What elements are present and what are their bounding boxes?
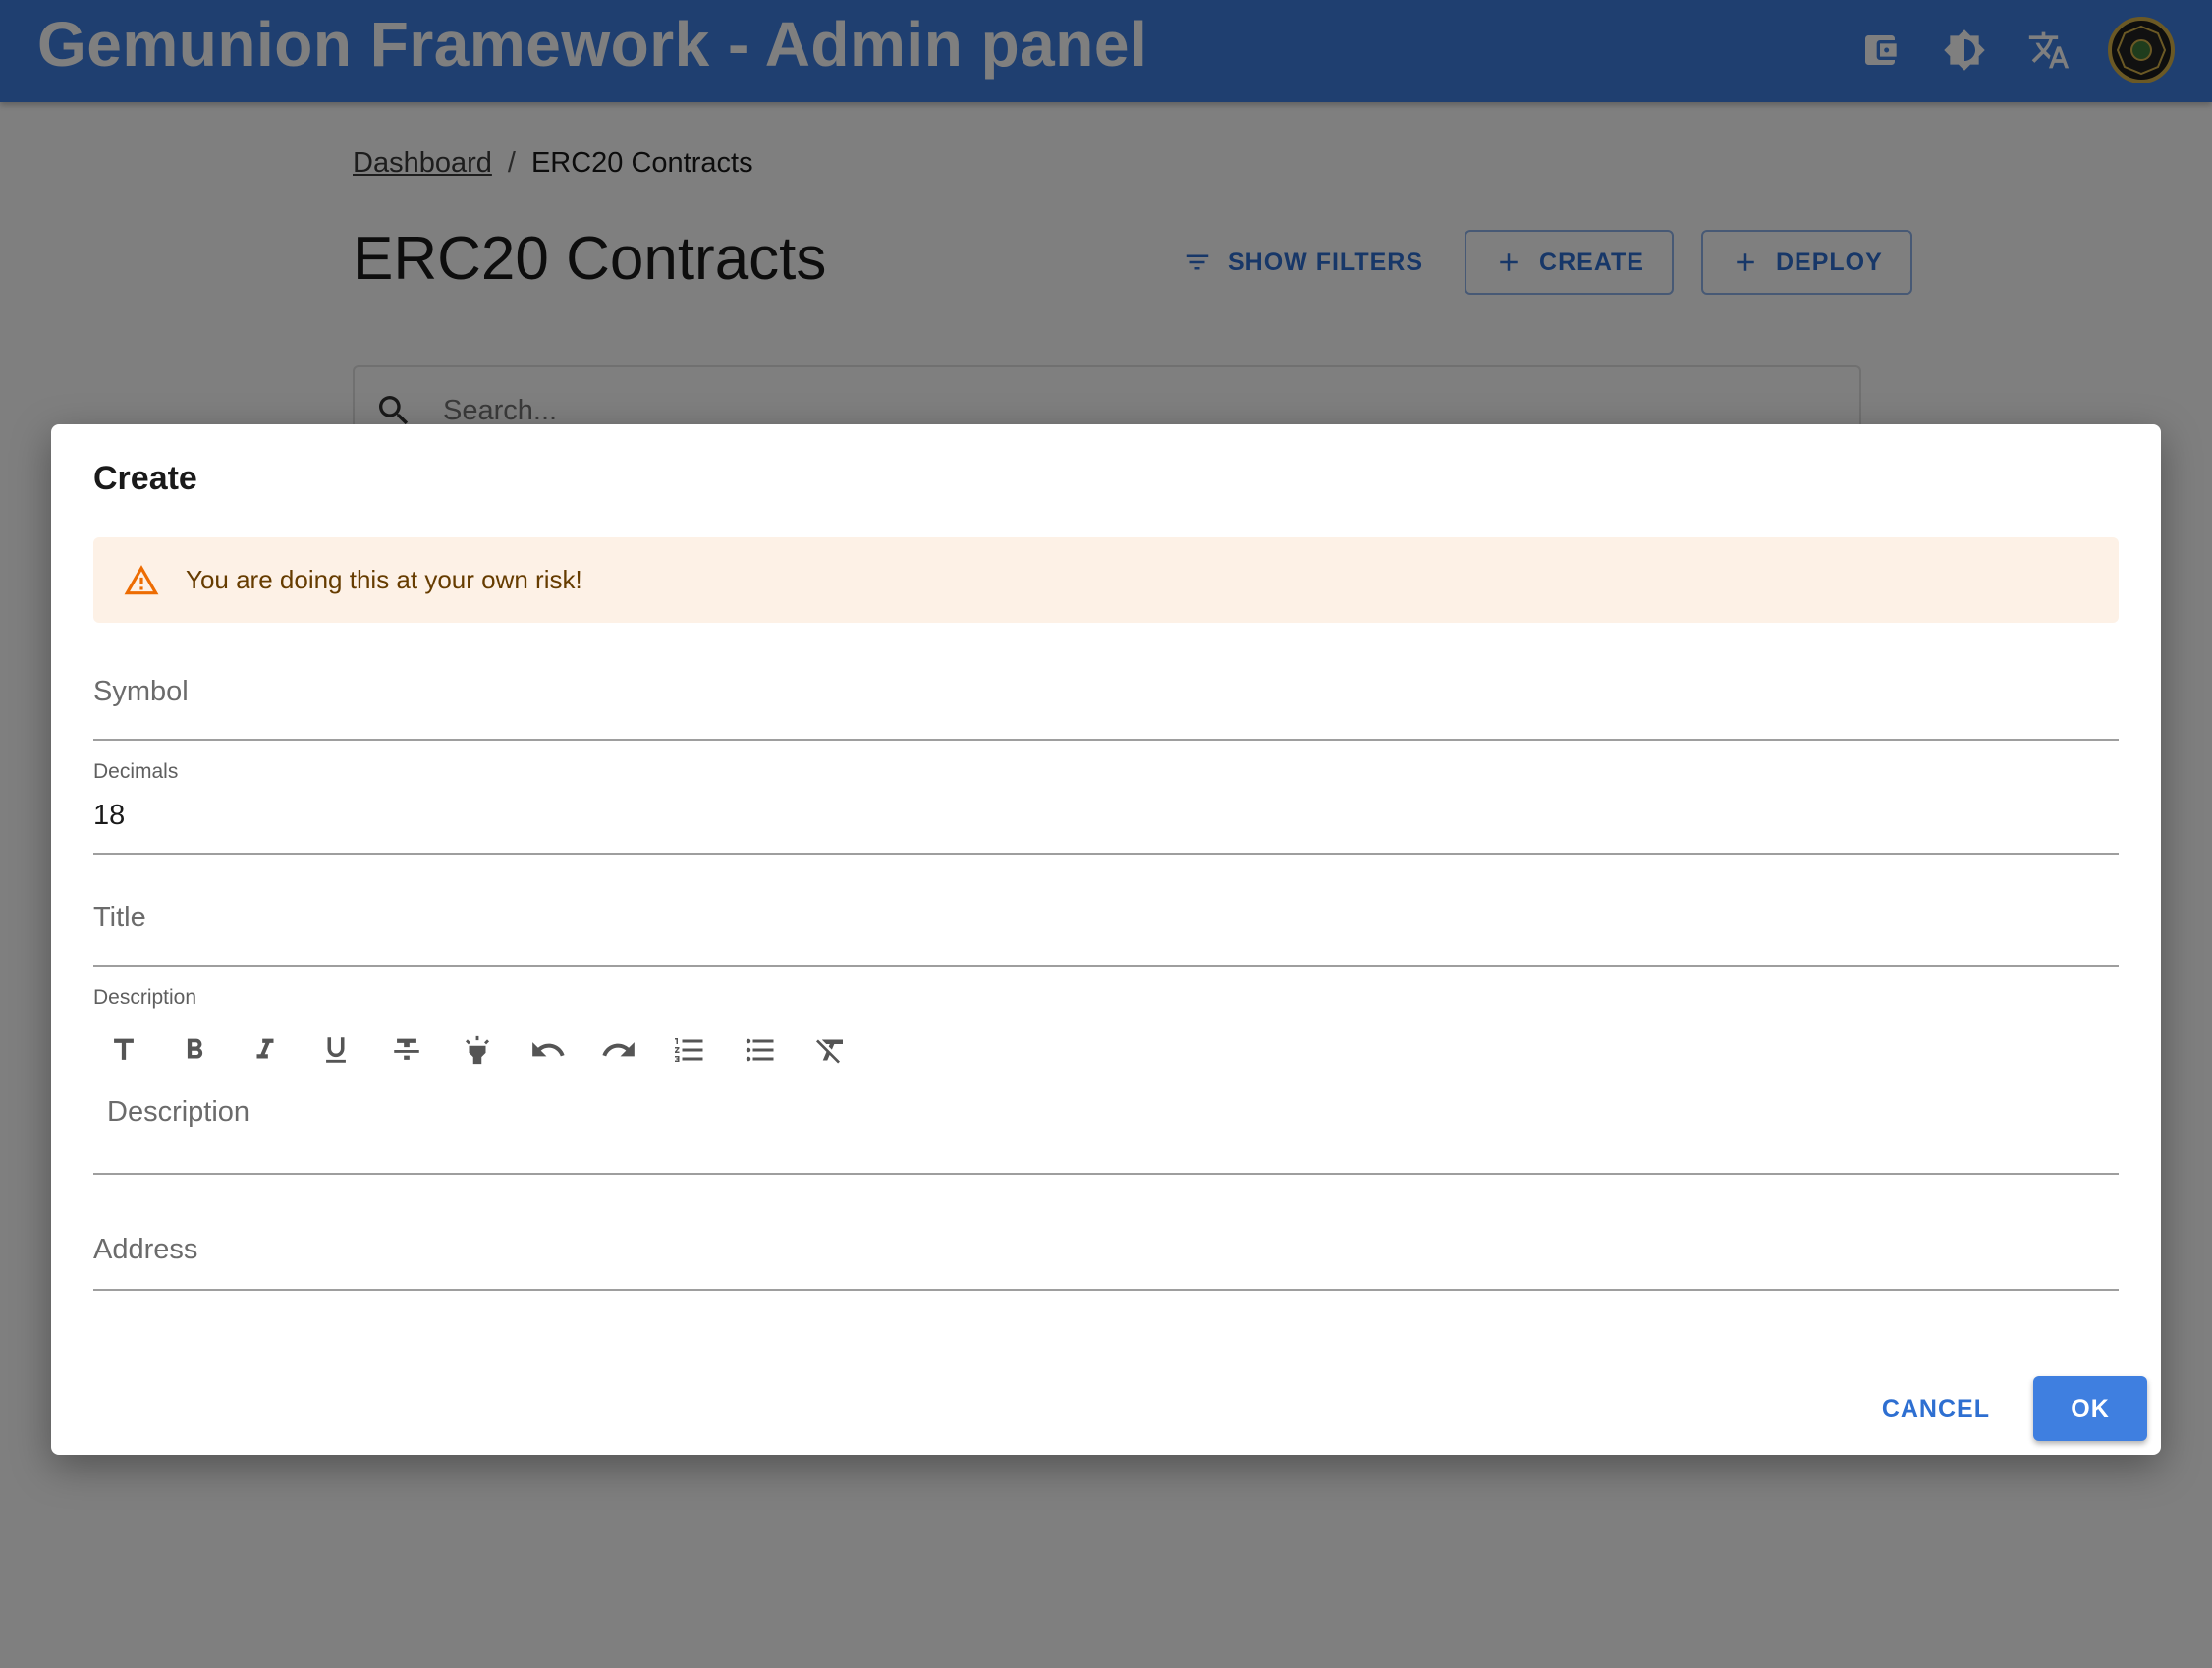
decimals-value: 18 bbox=[93, 800, 126, 831]
undo-icon[interactable] bbox=[525, 1028, 570, 1072]
description-label: Description bbox=[93, 986, 197, 1009]
title-icon[interactable] bbox=[101, 1028, 145, 1072]
symbol-field[interactable]: Symbol bbox=[93, 660, 2119, 741]
description-editor[interactable]: Description bbox=[93, 1084, 2119, 1175]
title-field[interactable]: Title bbox=[93, 886, 2119, 967]
dialog-title: Create bbox=[93, 460, 197, 497]
decimals-label: Decimals bbox=[93, 760, 179, 783]
address-field[interactable]: Address bbox=[93, 1210, 2119, 1291]
italic-icon[interactable] bbox=[243, 1028, 287, 1072]
cancel-button[interactable]: CANCEL bbox=[1866, 1376, 2006, 1441]
description-placeholder: Description bbox=[107, 1096, 250, 1128]
dialog-actions: CANCEL OK bbox=[1866, 1376, 2147, 1441]
underline-icon[interactable] bbox=[313, 1028, 358, 1072]
ok-button[interactable]: OK bbox=[2033, 1376, 2147, 1441]
rich-text-toolbar bbox=[101, 1028, 853, 1072]
redo-icon[interactable] bbox=[596, 1028, 640, 1072]
symbol-label: Symbol bbox=[93, 676, 189, 707]
decimals-field[interactable]: Decimals 18 bbox=[93, 751, 2119, 855]
address-label: Address bbox=[93, 1234, 198, 1265]
bulleted-list-icon[interactable] bbox=[738, 1028, 782, 1072]
strikethrough-icon[interactable] bbox=[384, 1028, 428, 1072]
numbered-list-icon[interactable] bbox=[667, 1028, 711, 1072]
bold-icon[interactable] bbox=[172, 1028, 216, 1072]
title-label: Title bbox=[93, 902, 146, 933]
highlight-icon[interactable] bbox=[455, 1028, 499, 1072]
alert-text: You are doing this at your own risk! bbox=[186, 565, 582, 594]
warning-icon bbox=[124, 564, 159, 594]
create-dialog: Create You are doing this at your own ri… bbox=[51, 424, 2161, 1455]
clear-format-icon[interactable] bbox=[808, 1028, 853, 1072]
page: Gemunion Framework - Admin panel Dashboa… bbox=[0, 0, 2212, 1668]
warning-alert: You are doing this at your own risk! bbox=[93, 537, 2119, 623]
